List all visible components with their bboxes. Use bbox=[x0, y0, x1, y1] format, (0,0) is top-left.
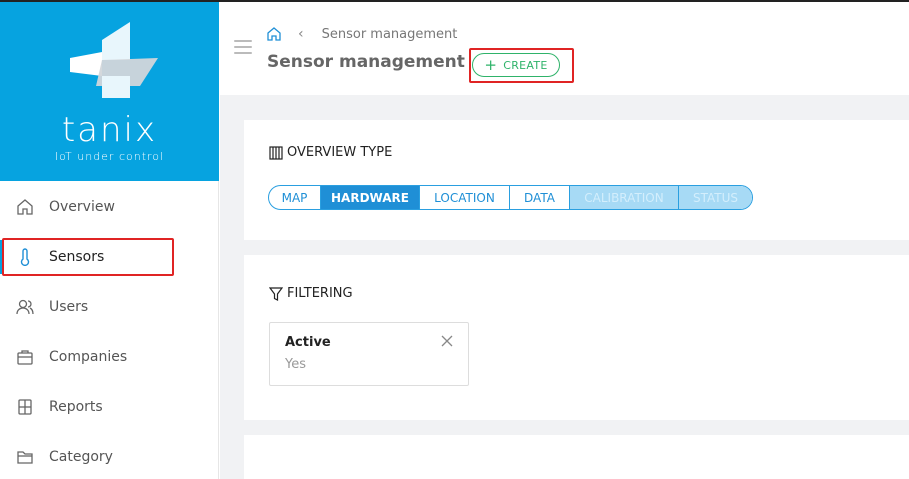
folder-icon bbox=[16, 448, 34, 466]
sidebar-item-label: Reports bbox=[49, 399, 103, 415]
overview-type-title: OVERVIEW TYPE bbox=[287, 145, 393, 160]
users-icon bbox=[16, 298, 34, 316]
brand-name: tanix bbox=[61, 110, 158, 150]
sidebar-item-sensors[interactable]: Sensors bbox=[0, 232, 219, 282]
main-content: OVERVIEW TYPE MAP HARDWARE LOCATION DATA… bbox=[220, 95, 909, 479]
option-location[interactable]: LOCATION bbox=[420, 186, 510, 209]
sidebar-item-label: Overview bbox=[49, 199, 115, 215]
create-button-label: CREATE bbox=[503, 58, 548, 72]
home-icon bbox=[16, 198, 34, 216]
breadcrumb-home-icon[interactable] bbox=[266, 26, 282, 42]
close-icon[interactable] bbox=[440, 333, 454, 352]
sidebar-item-label: Sensors bbox=[49, 249, 105, 265]
columns-icon bbox=[269, 145, 283, 160]
sidebar-item-category[interactable]: Category bbox=[0, 432, 219, 479]
breadcrumb: ‹ Sensor management bbox=[266, 26, 457, 42]
filter-chip-active[interactable]: Active Yes bbox=[269, 322, 469, 386]
sidebar-item-reports[interactable]: Reports bbox=[0, 382, 219, 432]
sidebar-item-users[interactable]: Users bbox=[0, 282, 219, 332]
filter-icon bbox=[269, 286, 283, 301]
sidebar-nav: Overview Sensors Users Companies Reports bbox=[0, 182, 219, 479]
menu-toggle-icon[interactable] bbox=[234, 40, 252, 54]
sidebar-item-label: Category bbox=[49, 449, 113, 465]
filtering-title: FILTERING bbox=[287, 286, 353, 301]
filter-value: Yes bbox=[285, 357, 306, 372]
filtering-heading: FILTERING bbox=[269, 286, 353, 301]
option-hardware[interactable]: HARDWARE bbox=[321, 186, 420, 209]
create-button[interactable]: + CREATE bbox=[472, 53, 560, 77]
page-title: Sensor management bbox=[267, 52, 465, 72]
sidebar-item-label: Users bbox=[49, 299, 89, 315]
overview-type-card: OVERVIEW TYPE MAP HARDWARE LOCATION DATA… bbox=[244, 120, 909, 240]
overview-type-heading: OVERVIEW TYPE bbox=[269, 145, 392, 160]
option-data[interactable]: DATA bbox=[510, 186, 570, 209]
option-status: STATUS bbox=[679, 186, 752, 209]
filter-name: Active bbox=[285, 335, 331, 350]
breadcrumb-current: Sensor management bbox=[321, 26, 458, 42]
briefcase-icon bbox=[16, 348, 34, 366]
overview-type-selector: MAP HARDWARE LOCATION DATA CALIBRATION S… bbox=[268, 185, 753, 210]
page-header: ‹ Sensor management Sensor management + … bbox=[220, 2, 909, 95]
tanix-logo-icon bbox=[70, 22, 158, 98]
report-icon bbox=[16, 398, 34, 416]
option-map[interactable]: MAP bbox=[269, 186, 321, 209]
sidebar-item-overview[interactable]: Overview bbox=[0, 182, 219, 232]
sidebar-item-companies[interactable]: Companies bbox=[0, 332, 219, 382]
breadcrumb-back-icon[interactable]: ‹ bbox=[298, 26, 304, 42]
filtering-card: FILTERING Active Yes bbox=[244, 255, 909, 420]
thermometer-icon bbox=[16, 248, 34, 266]
option-calibration: CALIBRATION bbox=[570, 186, 679, 209]
brand-panel: tanix IoT under control bbox=[0, 2, 219, 181]
sidebar: tanix IoT under control Overview Sensors… bbox=[0, 2, 219, 479]
plus-icon: + bbox=[484, 55, 498, 74]
brand-tagline: IoT under control bbox=[54, 150, 165, 163]
sidebar-item-label: Companies bbox=[49, 349, 128, 365]
results-card bbox=[244, 435, 909, 479]
